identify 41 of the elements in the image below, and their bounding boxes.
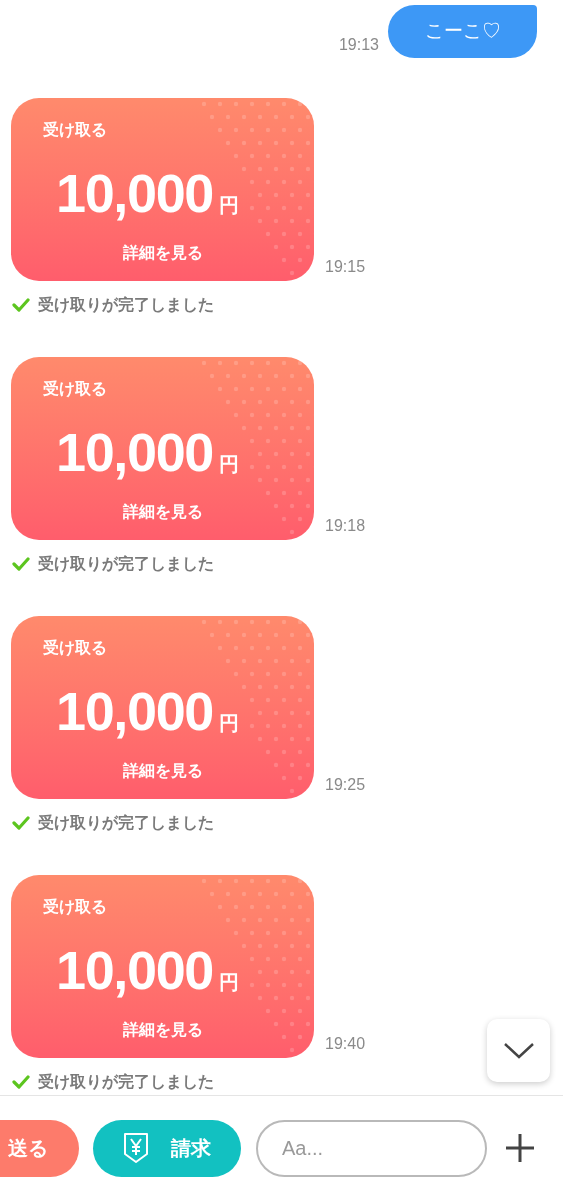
- request-button[interactable]: 請求: [93, 1119, 241, 1177]
- currency: 円: [219, 970, 240, 995]
- check-icon: [12, 1075, 30, 1089]
- send-button[interactable]: 送る: [0, 1119, 79, 1177]
- amount: 10,000: [55, 943, 214, 997]
- payment-card[interactable]: 受け取る 10,000 円 詳細を見る: [11, 616, 314, 799]
- check-icon: [12, 557, 30, 571]
- payment-card[interactable]: 受け取る 10,000 円 詳細を見る: [11, 98, 314, 281]
- message-input[interactable]: Aa...: [256, 1119, 487, 1177]
- amount: 10,000: [55, 166, 214, 220]
- payment-card[interactable]: 受け取る 10,000 円 詳細を見る: [11, 875, 314, 1058]
- chevron-down-icon: [502, 1041, 535, 1060]
- message-time: 19:13: [338, 35, 379, 55]
- card-label: 受け取る: [43, 379, 107, 399]
- status-text: 受け取りが完了しました: [38, 1072, 214, 1092]
- sent-message: こーこ♡: [388, 5, 537, 58]
- check-icon: [12, 816, 30, 830]
- message-time: 19:15: [325, 257, 366, 277]
- payment-card[interactable]: 受け取る 10,000 円 詳細を見る: [11, 357, 314, 540]
- message-time: 19:25: [325, 775, 366, 795]
- status-text: 受け取りが完了しました: [38, 295, 214, 315]
- yen-tag-icon: [123, 1132, 149, 1164]
- message-time: 19:40: [325, 1034, 366, 1054]
- details-link[interactable]: 詳細を見る: [11, 241, 314, 265]
- check-icon: [12, 298, 30, 312]
- amount: 10,000: [55, 425, 214, 479]
- status-text: 受け取りが完了しました: [38, 813, 214, 833]
- status-text: 受け取りが完了しました: [38, 554, 214, 574]
- details-link[interactable]: 詳細を見る: [11, 500, 314, 524]
- plus-icon[interactable]: [505, 1133, 535, 1163]
- card-label: 受け取る: [43, 120, 107, 140]
- card-label: 受け取る: [43, 638, 107, 658]
- card-label: 受け取る: [43, 897, 107, 917]
- details-link[interactable]: 詳細を見る: [11, 759, 314, 783]
- currency: 円: [219, 452, 240, 477]
- currency: 円: [219, 193, 240, 218]
- scroll-down-button[interactable]: [487, 1019, 550, 1082]
- amount: 10,000: [55, 684, 214, 738]
- details-link[interactable]: 詳細を見る: [11, 1018, 314, 1042]
- currency: 円: [219, 711, 240, 736]
- message-time: 19:18: [325, 516, 366, 536]
